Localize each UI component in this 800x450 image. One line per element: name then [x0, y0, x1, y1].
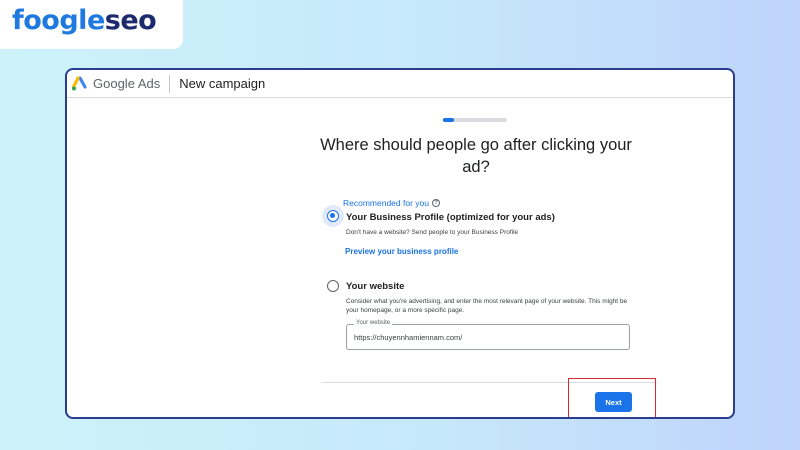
radio-business-profile[interactable] [327, 210, 339, 222]
page-title: Where should people go after clicking yo… [320, 136, 632, 176]
option-website-title[interactable]: Your website [346, 281, 404, 292]
breadcrumb: New campaign [179, 76, 266, 91]
recommended-label: Recommended for you ? [343, 198, 440, 208]
help-icon[interactable]: ? [432, 199, 440, 207]
brand-logo-box: foogleseo [0, 0, 183, 49]
radio-website[interactable] [327, 280, 339, 292]
brand-name: Google Ads [93, 76, 161, 91]
google-ads-logo-icon [71, 75, 87, 90]
website-input[interactable] [354, 333, 622, 342]
option-business-profile-description: Don't have a website? Send people to you… [346, 229, 519, 236]
progress-bar-fill [443, 118, 454, 122]
next-button[interactable]: Next [595, 392, 632, 412]
top-bar: Google Ads New campaign [67, 70, 733, 98]
preview-business-profile-link[interactable]: Preview your business profile [345, 247, 458, 256]
topbar-divider [169, 74, 171, 93]
brand-logo: foogleseo [12, 5, 157, 36]
google-ads-window: Google Ads New campaign Where should peo… [65, 68, 735, 419]
progress-bar [443, 118, 507, 122]
option-business-profile-title[interactable]: Your Business Profile (optimized for you… [346, 212, 555, 223]
option-website-description: Consider what you're advertising, and en… [346, 298, 628, 314]
website-field[interactable]: Your website [346, 320, 630, 350]
website-field-label: Your website [354, 320, 393, 326]
